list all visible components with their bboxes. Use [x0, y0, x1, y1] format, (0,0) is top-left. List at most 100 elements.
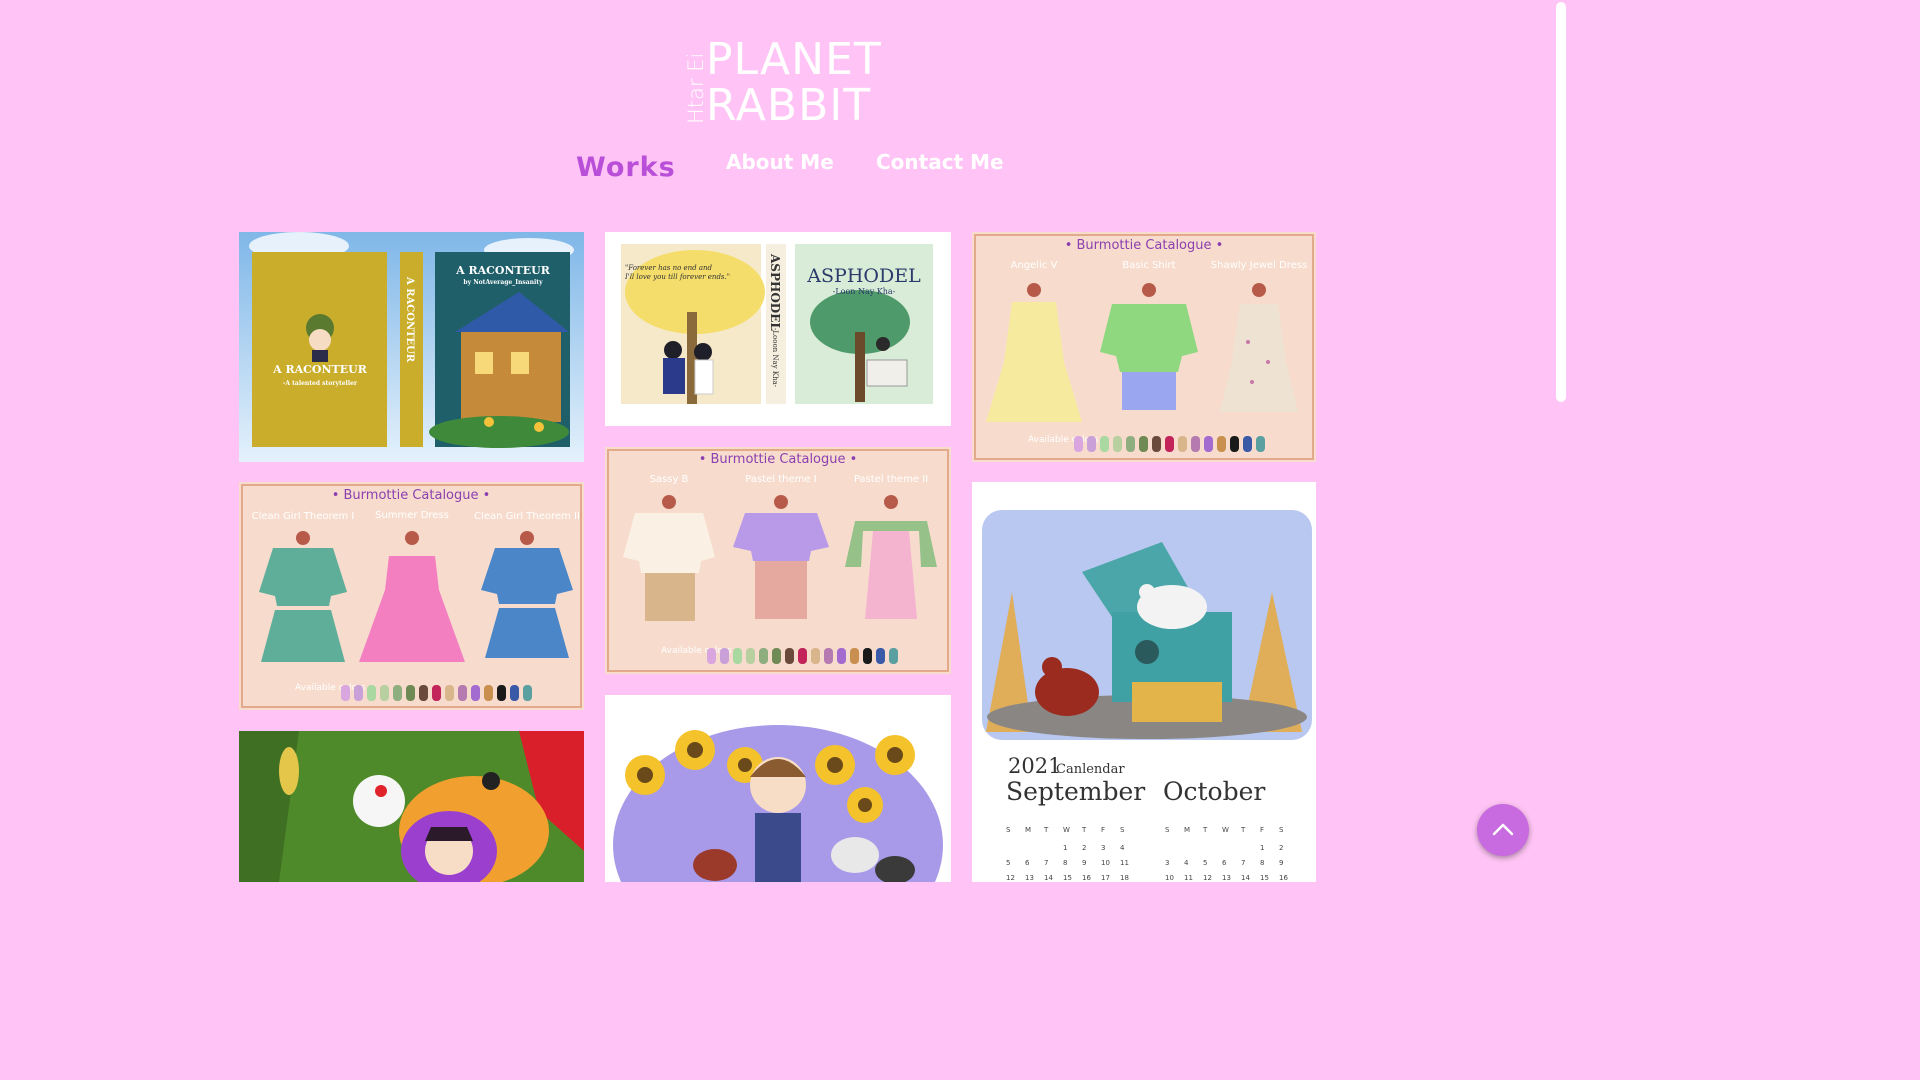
calendar-weekday: S: [1165, 826, 1170, 834]
site-logo[interactable]: Htar Ei PLANET RABBIT: [680, 38, 881, 134]
color-swatch: [471, 685, 480, 701]
page-scrollbar[interactable]: [1556, 0, 1568, 882]
calendar-day: 3: [1165, 859, 1169, 867]
calendar-artwork: 2021 Canlendar September October S M T W T F S…: [972, 482, 1316, 882]
catalogue-2-artwork: • Burmottie Catalogue • Sassy B Pastel t…: [605, 447, 951, 674]
gallery-item-sunflower-boy[interactable]: [605, 695, 951, 882]
color-swatch: [1217, 436, 1226, 452]
catalogue-2-title: • Burmottie Catalogue •: [699, 452, 858, 467]
calendar-day: 11: [1120, 859, 1129, 867]
logo-line-planet: PLANET: [706, 34, 882, 85]
calendar-day: 9: [1082, 859, 1086, 867]
calendar-day: 8: [1063, 859, 1067, 867]
color-swatch: [863, 648, 872, 664]
raconteur-spine-title: A RACONTEUR: [404, 276, 415, 363]
calendar-weekday: T: [1081, 826, 1087, 834]
scrollbar-thumb[interactable]: [1556, 2, 1566, 402]
calendar-day: 10: [1101, 859, 1110, 867]
raconteur-back-subtitle: by NotAverage_Insanity: [463, 279, 543, 286]
color-swatch: [1230, 436, 1239, 452]
calendar-day: 12: [1203, 874, 1212, 882]
catalogue-1-item-2: Basic Shirt: [1122, 260, 1175, 271]
catalogue-1-artwork: • Burmottie Catalogue • Angelic V Basic …: [972, 232, 1316, 462]
nav-contact-me[interactable]: Contact Me: [876, 150, 1004, 174]
color-swatch: [837, 648, 846, 664]
color-swatch: [341, 685, 350, 701]
color-swatch: [746, 648, 755, 664]
gallery-item-catalogue-2[interactable]: • Burmottie Catalogue • Sassy B Pastel t…: [605, 447, 951, 674]
asphodel-front-subtitle: -Loon Nay Kha-: [833, 287, 896, 296]
catalogue-3-title: • Burmottie Catalogue •: [332, 488, 491, 503]
gallery-item-raconteur[interactable]: A RACONTEUR -A talented storyteller A RA…: [239, 232, 584, 462]
calendar-day: 5: [1203, 859, 1207, 867]
color-swatch: [1178, 436, 1187, 452]
calendar-weekday: S: [1279, 826, 1284, 834]
color-swatch: [1256, 436, 1265, 452]
color-swatch: [733, 648, 742, 664]
catalogue-3-item-3: Clean Girl Theorem II: [474, 511, 580, 522]
asphodel-quote-line2: I'll love you till forever ends.": [624, 273, 730, 281]
nav-works[interactable]: Works: [576, 152, 676, 183]
raconteur-front-title: A RACONTEUR: [272, 363, 368, 376]
color-swatch: [523, 685, 532, 701]
color-swatch: [772, 648, 781, 664]
sunflower-boy-artwork: [605, 695, 951, 882]
nav-about-me[interactable]: About Me: [726, 150, 834, 174]
calendar-day: 14: [1044, 874, 1053, 882]
calendar-day: 4: [1120, 844, 1125, 852]
calendar-weekday: W: [1222, 826, 1229, 834]
calendar-day: 10: [1165, 874, 1174, 882]
color-swatch: [419, 685, 428, 701]
catalogue-1-swatches: [1074, 436, 1265, 452]
raconteur-back-title: A RACONTEUR: [455, 264, 551, 277]
color-swatch: [354, 685, 363, 701]
color-swatch: [432, 685, 441, 701]
calendar-day: 2: [1082, 844, 1086, 852]
catalogue-3-item-1: Clean Girl Theorem I: [252, 511, 355, 522]
back-to-top-button[interactable]: [1477, 804, 1529, 856]
color-swatch: [510, 685, 519, 701]
color-swatch: [445, 685, 454, 701]
gallery-item-catalogue-1[interactable]: • Burmottie Catalogue • Angelic V Basic …: [972, 232, 1316, 462]
calendar-month-september: September: [1006, 777, 1145, 806]
color-swatch: [824, 648, 833, 664]
catalogue-2-item-2: Pastel theme I: [745, 474, 816, 485]
calendar-weekday: F: [1101, 826, 1105, 834]
color-swatch: [798, 648, 807, 664]
calendar-day: 16: [1082, 874, 1091, 882]
color-swatch: [785, 648, 794, 664]
gallery-item-catalogue-3[interactable]: • Burmottie Catalogue • Clean Girl Theor…: [239, 482, 584, 710]
calendar-day: 16: [1279, 874, 1288, 882]
color-swatch: [406, 685, 415, 701]
calendar-day: 9: [1279, 859, 1283, 867]
rooster-girl-artwork: [239, 731, 584, 882]
calendar-day: 17: [1101, 874, 1110, 882]
color-swatch: [380, 685, 389, 701]
asphodel-artwork: "Forever has no end and I'll love you ti…: [605, 232, 951, 426]
asphodel-front-title: ASPHODEL: [806, 265, 921, 287]
catalogue-2-swatches: [707, 648, 898, 664]
calendar-day: 7: [1044, 859, 1048, 867]
color-swatch: [393, 685, 402, 701]
color-swatch: [850, 648, 859, 664]
calendar-day: 15: [1260, 874, 1269, 882]
calendar-day: 1: [1260, 844, 1264, 852]
calendar-day: 8: [1260, 859, 1264, 867]
calendar-day: 12: [1006, 874, 1015, 882]
color-swatch: [1139, 436, 1148, 452]
raconteur-artwork: A RACONTEUR -A talented storyteller A RA…: [239, 232, 584, 462]
calendar-day: 5: [1006, 859, 1010, 867]
logo-side-text: Htar Ei: [684, 52, 708, 124]
gallery-item-asphodel[interactable]: "Forever has no end and I'll love you ti…: [605, 232, 951, 426]
calendar-day: 6: [1025, 859, 1030, 867]
logo-line-rabbit: RABBIT: [706, 80, 872, 131]
gallery-item-rooster-girl[interactable]: [239, 731, 584, 882]
gallery-item-calendar[interactable]: 2021 Canlendar September October S M T W T F S…: [972, 482, 1316, 882]
calendar-day: 13: [1025, 874, 1034, 882]
calendar-day: 15: [1063, 874, 1072, 882]
catalogue-3-artwork: • Burmottie Catalogue • Clean Girl Theor…: [239, 482, 584, 710]
asphodel-spine-title: ASPHODEL: [768, 253, 782, 331]
calendar-weekday: T: [1202, 826, 1208, 834]
catalogue-3-swatches: [341, 685, 532, 701]
calendar-weekday: M: [1025, 826, 1031, 834]
